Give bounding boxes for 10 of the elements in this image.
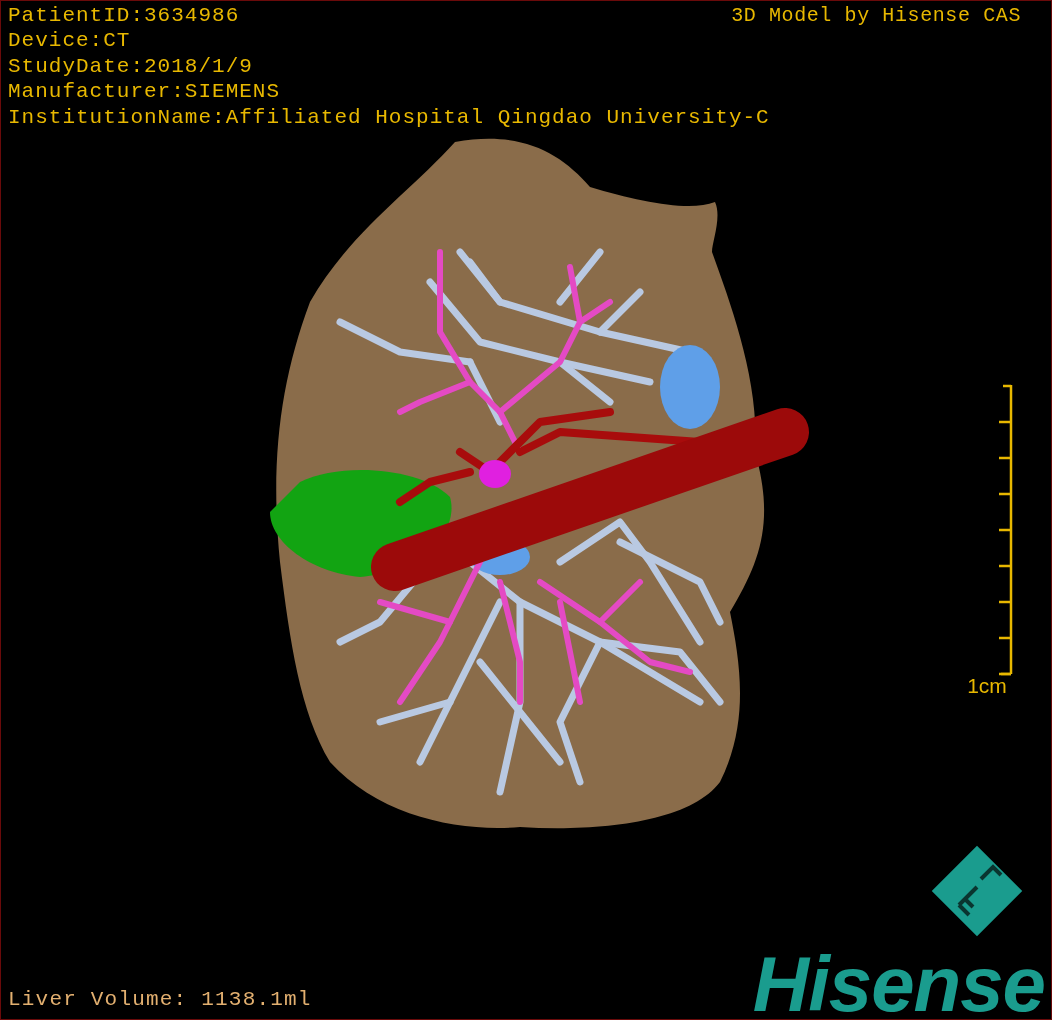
patient-info-line: InstitutionName:Affiliated Hospital Qingdao University-C (8, 104, 770, 131)
scale-bar-icon (998, 384, 1013, 677)
brand-name: Hisense (752, 947, 1045, 1019)
viewer-title: 3D Model by Hisense CAS (731, 3, 1022, 27)
patient-info-line: Device:CT (8, 28, 131, 54)
scale-label: 1cm (967, 674, 1007, 699)
patient-info-line: StudyDate:2018/1/9 (8, 53, 253, 80)
patient-info-line: Manufacturer:SIEMENS (8, 79, 281, 105)
liver-volume-text: Liver Volume: 1138.1ml (7, 988, 312, 1014)
patient-info-line: PatientID:3634986 (8, 3, 240, 29)
